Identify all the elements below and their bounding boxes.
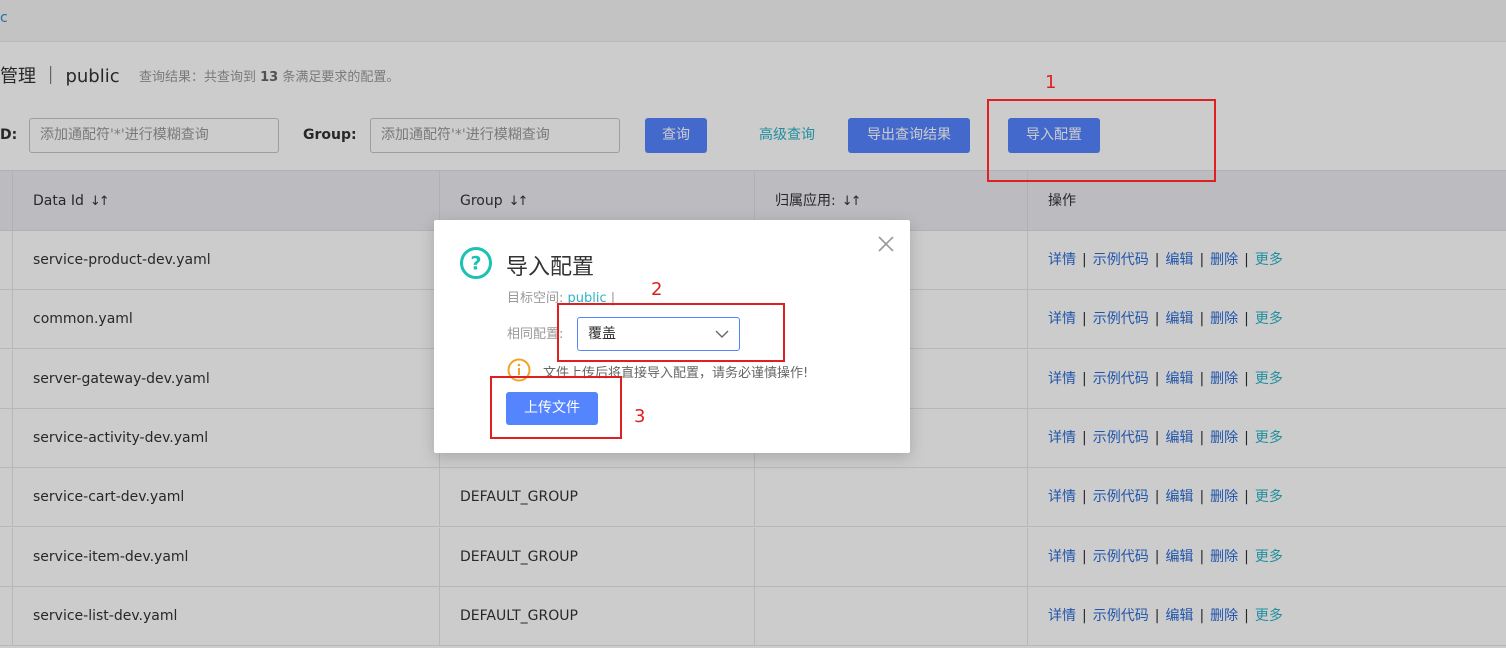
dialog-title: 导入配置 (506, 255, 595, 280)
close-icon[interactable] (876, 234, 896, 254)
annotation-number-1: 1 (1045, 72, 1057, 93)
annotation-box-2 (557, 303, 785, 362)
annotation-number-3: 3 (634, 406, 646, 427)
help-icon: ? (460, 247, 492, 279)
svg-text:?: ? (470, 253, 481, 275)
annotation-box-1 (987, 99, 1216, 182)
same-config-label: 相同配置: (507, 327, 564, 342)
annotation-box-3 (490, 376, 622, 439)
annotation-number-2: 2 (651, 279, 663, 300)
